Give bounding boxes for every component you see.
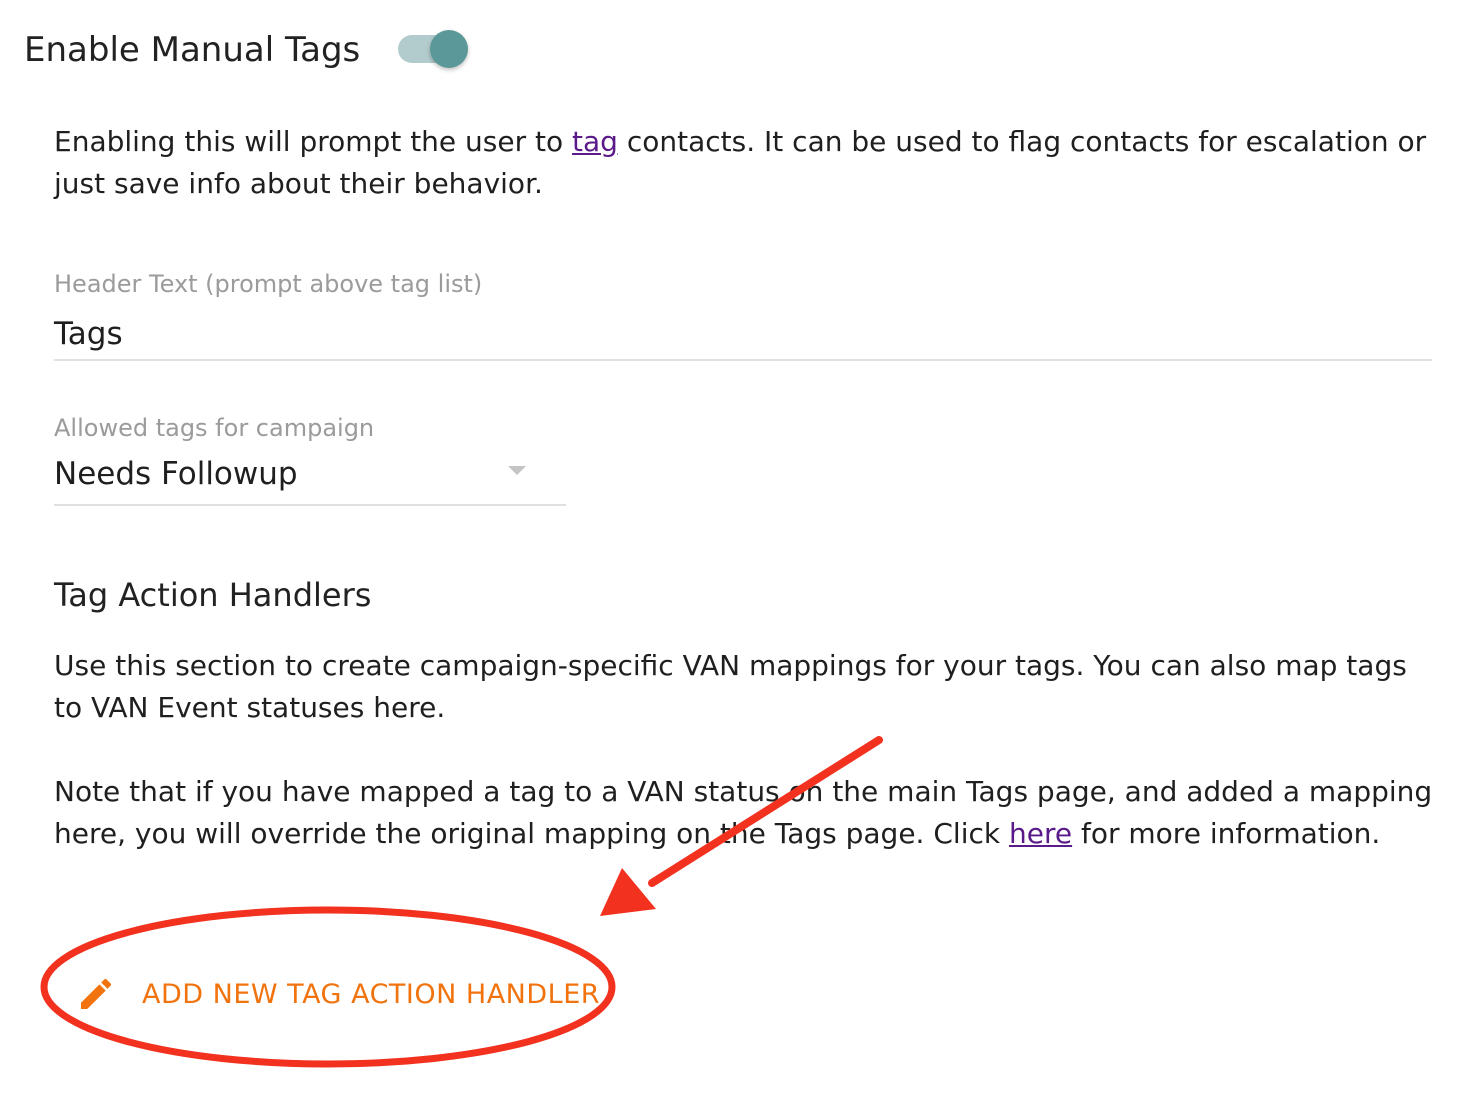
add-button-label: ADD NEW TAG ACTION HANDLER [142, 978, 601, 1010]
header-text-input[interactable]: Tags [54, 314, 1432, 354]
toggle-thumb [430, 30, 468, 68]
allowed-tags-label: Allowed tags for campaign [54, 414, 375, 442]
note-text-after: for more information. [1072, 817, 1381, 850]
tag-action-handlers-description: Use this section to create campaign-spec… [54, 649, 1407, 724]
add-tag-action-handler-button[interactable]: ADD NEW TAG ACTION HANDLER [72, 966, 600, 1022]
annotation-arrow-head [600, 868, 656, 916]
pencil-icon [72, 970, 120, 1018]
section-title: Enable Manual Tags [24, 30, 361, 70]
intro-text-before: Enabling this will prompt the user to [54, 125, 573, 158]
intro-paragraph: Enabling this will prompt the user to ta… [54, 121, 1434, 205]
tag-action-handlers-note: Note that if you have mapped a tag to a … [54, 771, 1434, 855]
header-text-underline [54, 359, 1432, 361]
tag-action-handlers-title: Tag Action Handlers [54, 576, 372, 614]
tag-link[interactable]: tag [572, 125, 618, 158]
here-link[interactable]: here [1009, 817, 1072, 850]
header-text-label: Header Text (prompt above tag list) [54, 270, 483, 298]
allowed-tags-underline [54, 504, 566, 506]
allowed-tags-select[interactable]: Needs Followup [54, 454, 566, 494]
caret-down-icon[interactable] [508, 466, 526, 475]
enable-manual-tags-toggle[interactable] [396, 29, 470, 69]
